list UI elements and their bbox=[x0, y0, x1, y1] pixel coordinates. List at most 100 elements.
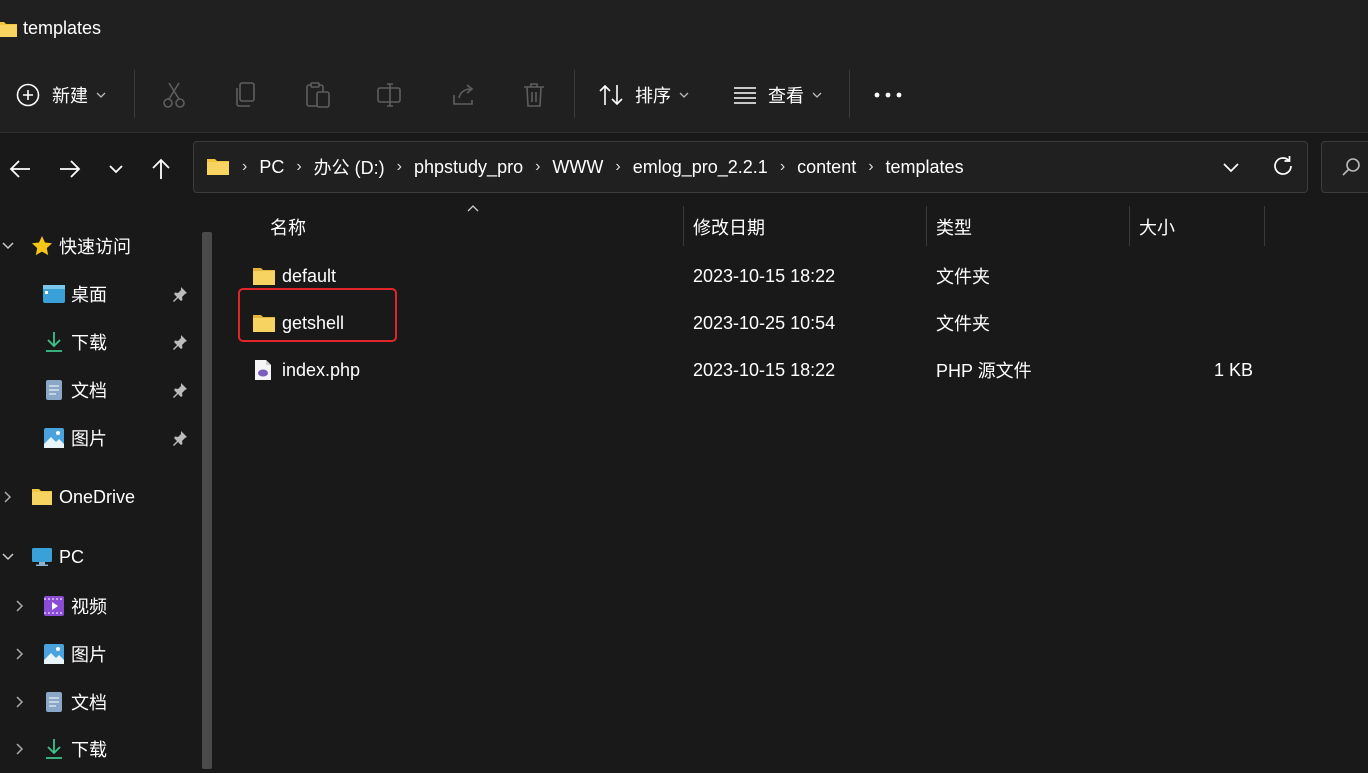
chevron-down-icon bbox=[108, 164, 124, 174]
navigation-pane: 快速访问 桌面 下载 文档 图片 OneDrive PC 视频 图片 文档 下载 bbox=[0, 206, 214, 769]
breadcrumb-item-drive[interactable]: 办公 (D:) bbox=[314, 154, 385, 180]
breadcrumb-item-content[interactable]: content bbox=[797, 157, 856, 178]
document-icon bbox=[45, 691, 63, 713]
sidebar-label: 快速访问 bbox=[59, 237, 131, 257]
sidebar-label: 下载 bbox=[71, 333, 107, 353]
sidebar-scrollbar[interactable] bbox=[202, 232, 212, 769]
view-button[interactable]: 查看 bbox=[733, 58, 822, 132]
sidebar-item-onedrive[interactable]: OneDrive bbox=[0, 473, 200, 521]
sidebar-item-documents[interactable]: 文档 bbox=[0, 366, 200, 414]
sidebar-item-quick-access[interactable]: 快速访问 bbox=[0, 222, 200, 270]
plus-circle-icon bbox=[16, 83, 40, 107]
chevron-down-icon bbox=[2, 242, 14, 250]
rename-button[interactable] bbox=[376, 58, 404, 132]
recent-locations-button[interactable] bbox=[96, 133, 136, 205]
chevron-right-icon bbox=[16, 696, 24, 708]
column-divider[interactable] bbox=[683, 206, 684, 246]
copy-button[interactable] bbox=[234, 58, 256, 132]
video-icon bbox=[43, 595, 65, 617]
breadcrumb-item-emlog[interactable]: emlog_pro_2.2.1 bbox=[633, 157, 768, 178]
file-modified: 2023-10-15 18:22 bbox=[693, 265, 836, 286]
arrow-right-icon bbox=[59, 159, 81, 179]
address-bar[interactable]: › PC › 办公 (D:) › phpstudy_pro › WWW › em… bbox=[193, 141, 1308, 193]
arrow-left-icon bbox=[9, 159, 31, 179]
sidebar-label: 视频 bbox=[71, 597, 107, 617]
chevron-right-icon bbox=[16, 648, 24, 660]
breadcrumb-separator: › bbox=[535, 158, 541, 175]
sidebar-item-downloads[interactable]: 下载 bbox=[0, 318, 200, 366]
sort-ascending-icon bbox=[467, 204, 479, 212]
refresh-button[interactable] bbox=[1272, 155, 1294, 177]
pin-icon bbox=[172, 382, 188, 398]
view-label: 查看 bbox=[768, 86, 804, 106]
column-divider[interactable] bbox=[926, 206, 927, 246]
copy-icon bbox=[234, 82, 256, 108]
file-row[interactable]: default 2023-10-15 18:22 文件夹 bbox=[242, 253, 1282, 299]
search-box[interactable] bbox=[1321, 141, 1368, 193]
chevron-down-icon bbox=[679, 92, 689, 98]
sidebar-item-pc-pictures[interactable]: 图片 bbox=[0, 630, 200, 678]
column-header-type[interactable]: 类型 bbox=[936, 206, 972, 248]
sidebar-label: 文档 bbox=[71, 693, 107, 713]
download-icon bbox=[44, 331, 64, 353]
breadcrumb-separator: › bbox=[296, 158, 302, 175]
column-divider[interactable] bbox=[1264, 206, 1265, 246]
chevron-down-icon bbox=[2, 553, 14, 561]
file-size: 1 KB bbox=[1213, 359, 1253, 380]
sidebar-item-pc[interactable]: PC bbox=[0, 533, 200, 581]
sidebar-label: 图片 bbox=[71, 429, 107, 449]
sidebar-item-pc-downloads[interactable]: 下载 bbox=[0, 725, 200, 773]
search-icon bbox=[1342, 157, 1362, 177]
column-header-size[interactable]: 大小 bbox=[1139, 206, 1175, 248]
column-header-name[interactable]: 名称 bbox=[270, 206, 306, 248]
sort-label: 排序 bbox=[635, 86, 671, 106]
breadcrumb-separator: › bbox=[868, 158, 874, 175]
window-title: templates bbox=[23, 18, 102, 38]
file-modified: 2023-10-25 10:54 bbox=[693, 312, 836, 333]
file-type: 文件夹 bbox=[936, 314, 990, 334]
new-label: 新建 bbox=[52, 86, 88, 106]
sidebar-item-desktop[interactable]: 桌面 bbox=[0, 270, 200, 318]
folder-icon bbox=[31, 488, 53, 506]
new-button[interactable]: 新建 bbox=[16, 58, 106, 132]
command-bar: 新建 排序 查看 bbox=[0, 58, 1368, 133]
delete-button[interactable] bbox=[522, 58, 546, 132]
sort-button[interactable]: 排序 bbox=[598, 58, 689, 132]
rename-icon bbox=[376, 83, 404, 107]
breadcrumb-item-templates[interactable]: templates bbox=[886, 157, 964, 178]
sidebar-label: OneDrive bbox=[59, 486, 136, 507]
column-divider[interactable] bbox=[1129, 206, 1130, 246]
sidebar-item-pc-documents[interactable]: 文档 bbox=[0, 678, 200, 726]
breadcrumb-item-pc[interactable]: PC bbox=[259, 157, 284, 178]
clipboard-icon bbox=[305, 82, 331, 108]
file-row[interactable]: getshell 2023-10-25 10:54 文件夹 bbox=[242, 300, 1282, 346]
sidebar-item-videos[interactable]: 视频 bbox=[0, 582, 200, 630]
php-file-icon bbox=[254, 347, 272, 393]
desktop-icon bbox=[42, 284, 66, 304]
breadcrumb-separator: › bbox=[615, 158, 621, 175]
back-button[interactable] bbox=[0, 133, 40, 205]
file-size bbox=[1142, 253, 1253, 299]
breadcrumb-item-phpstudy[interactable]: phpstudy_pro bbox=[414, 157, 523, 178]
refresh-icon bbox=[1272, 155, 1294, 177]
chevron-right-icon bbox=[4, 491, 12, 503]
breadcrumb-item-www[interactable]: WWW bbox=[552, 157, 603, 178]
sidebar-item-pictures[interactable]: 图片 bbox=[0, 414, 200, 462]
navigation-row: › PC › 办公 (D:) › phpstudy_pro › WWW › em… bbox=[0, 133, 1368, 205]
chevron-right-icon bbox=[16, 743, 24, 755]
column-header-modified[interactable]: 修改日期 bbox=[693, 206, 765, 248]
cut-button[interactable] bbox=[162, 58, 186, 132]
file-row[interactable]: index.php 2023-10-15 18:22 PHP 源文件 1 KB bbox=[242, 347, 1282, 393]
sidebar-label: 下载 bbox=[71, 740, 107, 760]
up-button[interactable] bbox=[141, 133, 181, 205]
forward-button[interactable] bbox=[50, 133, 90, 205]
address-dropdown-button[interactable] bbox=[1221, 157, 1241, 177]
scissors-icon bbox=[162, 82, 186, 108]
paste-button[interactable] bbox=[305, 58, 331, 132]
chevron-down-icon bbox=[96, 92, 106, 98]
share-button[interactable] bbox=[450, 58, 476, 132]
divider bbox=[574, 70, 575, 118]
file-modified: 2023-10-15 18:22 bbox=[693, 359, 836, 380]
pictures-icon bbox=[43, 643, 65, 665]
more-options-button[interactable] bbox=[874, 58, 902, 132]
